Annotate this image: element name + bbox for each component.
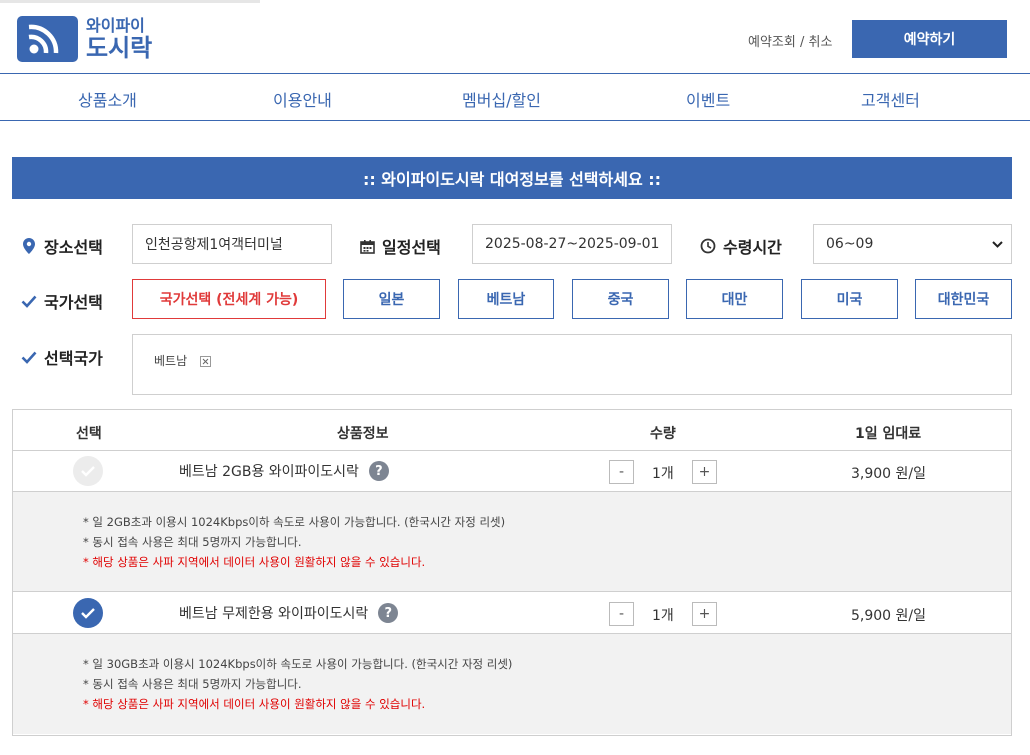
reserve-button[interactable]: 예약하기 xyxy=(852,20,1007,58)
country-button-korea[interactable]: 대한민국 xyxy=(915,279,1012,319)
country-label-text: 국가선택 xyxy=(44,293,103,312)
note-line: * 일 30GB초과 이용시 1024Kbps이하 속도로 사용이 가능합니다.… xyxy=(83,657,513,671)
main-nav: 상품소개 이용안내 멤버십/할인 이벤트 고객센터 xyxy=(0,73,1030,121)
note-line: * 동시 접속 사용은 최대 5명까지 가능합니다. xyxy=(83,677,302,691)
check-icon xyxy=(20,292,38,310)
location-pin-icon xyxy=(20,237,38,255)
date-value: 2025-08-27~2025-09-01 xyxy=(485,236,660,252)
product-table: 선택 상품정보 수량 1일 임대료 베트남 2GB용 와이파이도시락 ? - 1… xyxy=(12,409,1012,736)
product-name: 베트남 무제한용 와이파이도시락 ? xyxy=(179,603,399,623)
product-notes: * 일 30GB초과 이용시 1024Kbps이하 속도로 사용이 가능합니다.… xyxy=(13,634,1011,734)
header-select: 선택 xyxy=(76,426,102,442)
place-label: 장소선택 xyxy=(20,234,103,258)
header-product-info: 상품정보 xyxy=(337,426,389,442)
quantity-value: 1개 xyxy=(652,608,674,624)
time-select[interactable]: 06~09 xyxy=(813,224,1012,264)
selected-country-name: 베트남 xyxy=(154,354,188,368)
date-label-text: 일정선택 xyxy=(382,238,441,257)
product-notes: * 일 2GB초과 이용시 1024Kbps이하 속도로 사용이 가능합니다. … xyxy=(13,492,1011,592)
country-button-usa[interactable]: 미국 xyxy=(801,279,898,319)
check-icon xyxy=(20,348,38,366)
note-line: * 일 2GB초과 이용시 1024Kbps이하 속도로 사용이 가능합니다. … xyxy=(83,515,506,529)
nav-item-membership[interactable]: 멤버십/할인 xyxy=(462,87,541,111)
date-label: 일정선택 xyxy=(358,234,441,258)
quantity-minus-button[interactable]: - xyxy=(609,460,634,484)
logo[interactable]: 와이파이 도시락 xyxy=(17,16,152,62)
country-button-taiwan[interactable]: 대만 xyxy=(686,279,783,319)
country-button-global[interactable]: 국가선택 (전세계 가능) xyxy=(132,279,326,319)
logo-text: 와이파이 도시락 xyxy=(86,16,153,62)
quantity-value: 1개 xyxy=(652,466,674,482)
country-button-japan[interactable]: 일본 xyxy=(343,279,440,319)
top-strip xyxy=(0,0,1030,4)
selected-country-box: 베트남 xyxy=(132,334,1012,395)
nav-item-customer-center[interactable]: 고객센터 xyxy=(861,87,920,111)
product-name-text: 베트남 무제한용 와이파이도시락 xyxy=(179,606,369,622)
help-icon[interactable]: ? xyxy=(368,461,389,481)
place-field[interactable]: 인천공항제1여객터미널 xyxy=(132,224,332,264)
help-icon[interactable]: ? xyxy=(378,603,399,623)
country-label: 국가선택 xyxy=(20,289,103,313)
calendar-icon xyxy=(358,237,376,255)
daily-price: 5,900 원/일 xyxy=(851,608,927,624)
section-banner: :: 와이파이도시락 대여정보를 선택하세요 :: xyxy=(12,157,1012,199)
note-warning: * 해당 상품은 사파 지역에서 데이터 사용이 원활하지 않을 수 있습니다. xyxy=(83,555,426,569)
product-name-text: 베트남 2GB용 와이파이도시락 xyxy=(179,464,359,480)
logo-text-top: 와이파이 xyxy=(86,16,145,35)
select-checkbox[interactable] xyxy=(73,456,103,486)
date-field[interactable]: 2025-08-27~2025-09-01 xyxy=(472,224,672,264)
quantity-minus-button[interactable]: - xyxy=(609,602,634,626)
country-button-china[interactable]: 중국 xyxy=(572,279,669,319)
place-label-text: 장소선택 xyxy=(44,238,103,257)
table-row: 베트남 무제한용 와이파이도시락 ? - 1개 + 5,900 원/일 xyxy=(13,593,1011,634)
product-name: 베트남 2GB용 와이파이도시락 ? xyxy=(179,461,389,481)
clock-icon xyxy=(699,237,717,255)
table-header: 선택 상품정보 수량 1일 임대료 xyxy=(13,410,1011,451)
header-quantity: 수량 xyxy=(650,426,676,442)
select-checkbox-checked[interactable] xyxy=(73,598,103,628)
selected-country-label-text: 선택국가 xyxy=(44,349,103,368)
quantity-plus-button[interactable]: + xyxy=(692,602,717,626)
nav-item-products[interactable]: 상품소개 xyxy=(78,87,137,111)
table-row: 베트남 2GB용 와이파이도시락 ? - 1개 + 3,900 원/일 xyxy=(13,451,1011,492)
remove-icon[interactable] xyxy=(200,356,212,367)
nav-item-guide[interactable]: 이용안내 xyxy=(273,87,332,111)
place-value: 인천공항제1여객터미널 xyxy=(145,237,283,253)
time-value: 06~09 xyxy=(826,236,874,252)
country-button-vietnam[interactable]: 베트남 xyxy=(458,279,554,319)
header-daily-fee: 1일 임대료 xyxy=(855,426,922,442)
daily-price: 3,900 원/일 xyxy=(851,466,927,482)
note-line: * 동시 접속 사용은 최대 5명까지 가능합니다. xyxy=(83,535,302,549)
time-label: 수령시간 xyxy=(699,234,782,258)
quantity-plus-button[interactable]: + xyxy=(692,460,717,484)
chevron-down-icon xyxy=(992,238,1003,254)
nav-item-events[interactable]: 이벤트 xyxy=(686,87,730,111)
selected-country-label: 선택국가 xyxy=(20,345,103,369)
note-warning: * 해당 상품은 사파 지역에서 데이터 사용이 원활하지 않을 수 있습니다. xyxy=(83,697,426,711)
lookup-cancel-link[interactable]: 예약조회 / 취소 xyxy=(748,31,832,50)
wifi-logo-icon xyxy=(17,16,78,62)
selected-country-tag: 베트남 xyxy=(154,352,212,369)
time-label-text: 수령시간 xyxy=(723,238,782,257)
logo-text-bottom: 도시락 xyxy=(86,34,153,62)
